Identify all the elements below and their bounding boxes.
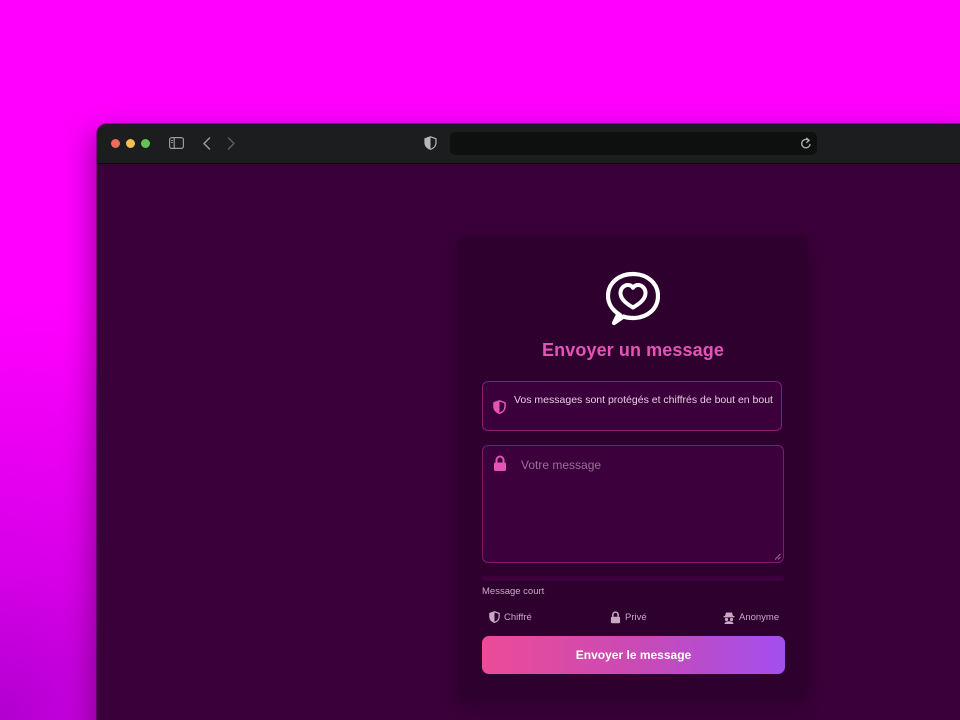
close-window-button[interactable] <box>111 139 120 148</box>
feature-encrypted: Chiffré <box>489 610 532 624</box>
feature-private: Privé <box>610 610 647 624</box>
security-notice: Vos messages sont protégés et chiffrés d… <box>482 381 782 431</box>
resize-handle-icon[interactable] <box>774 553 781 560</box>
shield-icon <box>489 611 500 623</box>
shield-icon <box>493 400 506 414</box>
security-notice-text: Vos messages sont protégés et chiffrés d… <box>514 394 773 406</box>
feature-label: Chiffré <box>504 611 532 623</box>
message-length-label: Message court <box>482 586 545 597</box>
chevron-right-icon[interactable] <box>226 137 236 150</box>
feature-label: Anonyme <box>739 611 780 623</box>
feature-anonymous: Anonyme <box>723 610 779 624</box>
incognito-icon <box>723 612 735 624</box>
half-shield-icon[interactable] <box>424 136 437 150</box>
chat-heart-logo-icon <box>606 271 660 326</box>
message-field <box>482 445 784 563</box>
page-title: Envoyer un message <box>542 340 724 360</box>
message-card: Envoyer un message Vos messages sont pro… <box>458 235 808 698</box>
lock-icon <box>494 455 506 471</box>
sidebar-toggle-icon[interactable] <box>169 137 184 149</box>
feature-label: Privé <box>625 611 647 623</box>
message-input[interactable] <box>515 450 777 554</box>
browser-window: Envoyer un message Vos messages sont pro… <box>97 124 960 720</box>
chevron-left-icon[interactable] <box>202 137 212 150</box>
lock-icon <box>610 610 621 623</box>
reload-icon[interactable] <box>800 137 812 150</box>
page-content: Envoyer un message Vos messages sont pro… <box>97 164 960 720</box>
browser-titlebar <box>97 124 960 164</box>
zoom-window-button[interactable] <box>141 139 150 148</box>
minimize-window-button[interactable] <box>126 139 135 148</box>
send-message-button[interactable]: Envoyer le message <box>482 636 785 674</box>
address-bar[interactable] <box>450 132 817 155</box>
message-length-bar <box>482 576 784 581</box>
